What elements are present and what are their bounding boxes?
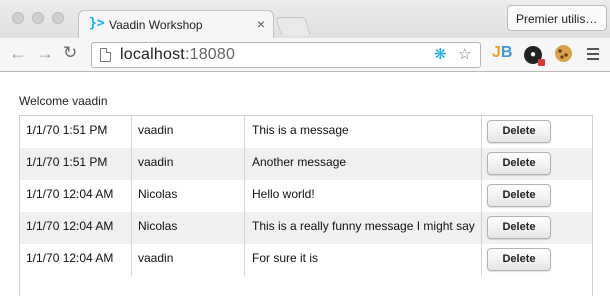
- lock-extension-icon[interactable]: ●: [524, 46, 545, 66]
- delete-button[interactable]: Delete: [487, 120, 551, 143]
- column-divider: [481, 116, 482, 276]
- message-cell: Hello world!: [252, 187, 315, 201]
- bookmark-star-icon[interactable]: ☆: [458, 47, 471, 63]
- address-bar[interactable]: localhost:18080 ❋ ☆: [91, 42, 481, 68]
- message-cell: This is a really funny message I might s…: [252, 219, 475, 233]
- date-cell: 1/1/70 1:51 PM: [26, 155, 108, 169]
- date-cell: 1/1/70 12:04 AM: [26, 251, 114, 265]
- message-cell: Another message: [252, 155, 347, 169]
- date-cell: 1/1/70 12:04 AM: [26, 219, 114, 233]
- column-divider: [244, 116, 245, 276]
- new-tab-button[interactable]: [275, 17, 311, 35]
- tab-title: Vaadin Workshop: [109, 18, 203, 32]
- minimize-window-button[interactable]: [32, 12, 44, 24]
- page-icon: [100, 48, 111, 62]
- column-divider: [131, 116, 132, 276]
- table-row: 1/1/70 1:51 PM vaadin This is a message …: [20, 116, 592, 148]
- jb-extension-icon[interactable]: JB: [492, 45, 512, 61]
- message-cell: For sure it is: [252, 251, 319, 265]
- page-content: Welcome vaadin 1/1/70 1:51 PM vaadin Thi…: [0, 72, 610, 296]
- user-cell: vaadin: [138, 123, 174, 137]
- window-titlebar: }> Vaadin Workshop × Premier utilis…: [0, 0, 610, 38]
- date-cell: 1/1/70 1:51 PM: [26, 123, 108, 137]
- forward-arrow-icon[interactable]: →: [36, 43, 54, 63]
- message-cell: This is a message: [252, 123, 349, 137]
- delete-button[interactable]: Delete: [487, 216, 551, 239]
- zoom-window-button[interactable]: [52, 12, 64, 24]
- delete-button[interactable]: Delete: [487, 248, 551, 271]
- welcome-label: Welcome vaadin: [19, 94, 108, 108]
- user-cell: Nicolas: [138, 187, 178, 201]
- messages-table: 1/1/70 1:51 PM vaadin This is a message …: [19, 115, 593, 296]
- delete-button[interactable]: Delete: [487, 152, 551, 175]
- vaadin-favicon-icon: }>: [89, 16, 105, 31]
- table-row: 1/1/70 12:04 AM vaadin For sure it is De…: [20, 244, 592, 276]
- tab-close-icon[interactable]: ×: [257, 16, 265, 32]
- vaadin-debug-icon[interactable]: ❋: [434, 47, 447, 63]
- reload-icon[interactable]: ↻: [63, 43, 77, 63]
- close-window-button[interactable]: [12, 12, 24, 24]
- date-cell: 1/1/70 12:04 AM: [26, 187, 114, 201]
- delete-button[interactable]: Delete: [487, 184, 551, 207]
- url-text[interactable]: localhost:18080: [120, 46, 235, 64]
- table-row: 1/1/70 1:51 PM vaadin Another message De…: [20, 148, 592, 180]
- menu-icon[interactable]: [587, 48, 599, 60]
- user-cell: vaadin: [138, 251, 174, 265]
- cookie-extension-icon[interactable]: [555, 45, 572, 62]
- profile-button[interactable]: Premier utilis…: [507, 5, 607, 31]
- browser-toolbar: ← → ↻ localhost:18080 ❋ ☆ JB ●: [0, 38, 610, 72]
- user-cell: vaadin: [138, 155, 174, 169]
- table-row: 1/1/70 12:04 AM Nicolas This is a really…: [20, 212, 592, 244]
- user-cell: Nicolas: [138, 219, 178, 233]
- browser-tab[interactable]: }> Vaadin Workshop ×: [78, 10, 274, 38]
- back-arrow-icon[interactable]: ←: [9, 43, 27, 63]
- table-row: 1/1/70 12:04 AM Nicolas Hello world! Del…: [20, 180, 592, 212]
